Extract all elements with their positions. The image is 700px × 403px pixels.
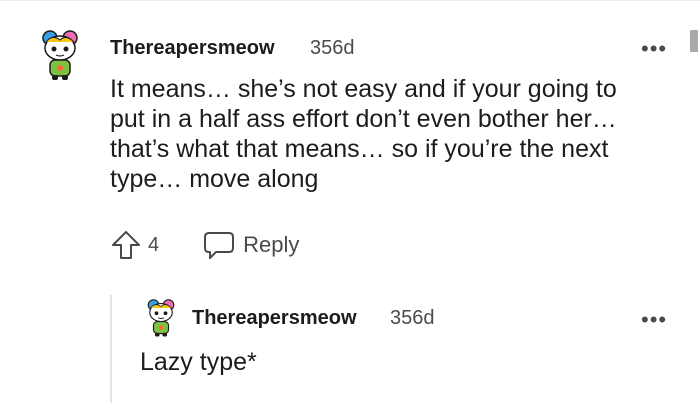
reply-user-avatar[interactable] bbox=[143, 296, 179, 338]
comment-text-line: type… move along bbox=[110, 165, 319, 193]
comment-actions: 4 Reply bbox=[110, 228, 299, 262]
comment-text-line: It means… she’s not easy and if your goi… bbox=[110, 75, 617, 103]
reply-username[interactable]: Thereapersmeow bbox=[192, 307, 357, 330]
reply-label: Reply bbox=[243, 232, 300, 257]
comment-text-line: put in a half ass effort don’t even both… bbox=[110, 105, 617, 133]
comment-text-line: that’s what that means… so if you’re the… bbox=[110, 135, 609, 163]
comment-username[interactable]: Thereapersmeow bbox=[110, 37, 275, 60]
comment-bubble-icon bbox=[204, 232, 235, 259]
more-options-button[interactable]: ••• bbox=[641, 38, 667, 60]
comment-age[interactable]: 356d bbox=[310, 37, 355, 60]
vote-count: 4 bbox=[148, 233, 160, 256]
reply-body: Lazy type* bbox=[140, 348, 257, 376]
top-divider bbox=[0, 0, 700, 1]
snoo-avatar-icon bbox=[42, 30, 78, 80]
reply-age[interactable]: 356d bbox=[390, 307, 435, 330]
user-avatar[interactable] bbox=[36, 26, 84, 82]
comment-body: It means… she’s not easy and if your goi… bbox=[110, 74, 617, 194]
upvote-button[interactable]: 4 bbox=[110, 229, 159, 261]
thread-line[interactable] bbox=[110, 295, 112, 403]
reply-button[interactable]: Reply bbox=[203, 230, 299, 260]
snoo-avatar-icon bbox=[147, 299, 175, 337]
reply-more-options-button[interactable]: ••• bbox=[641, 309, 667, 331]
upvote-arrow-icon bbox=[112, 231, 140, 259]
scrollbar-thumb[interactable] bbox=[690, 30, 698, 52]
